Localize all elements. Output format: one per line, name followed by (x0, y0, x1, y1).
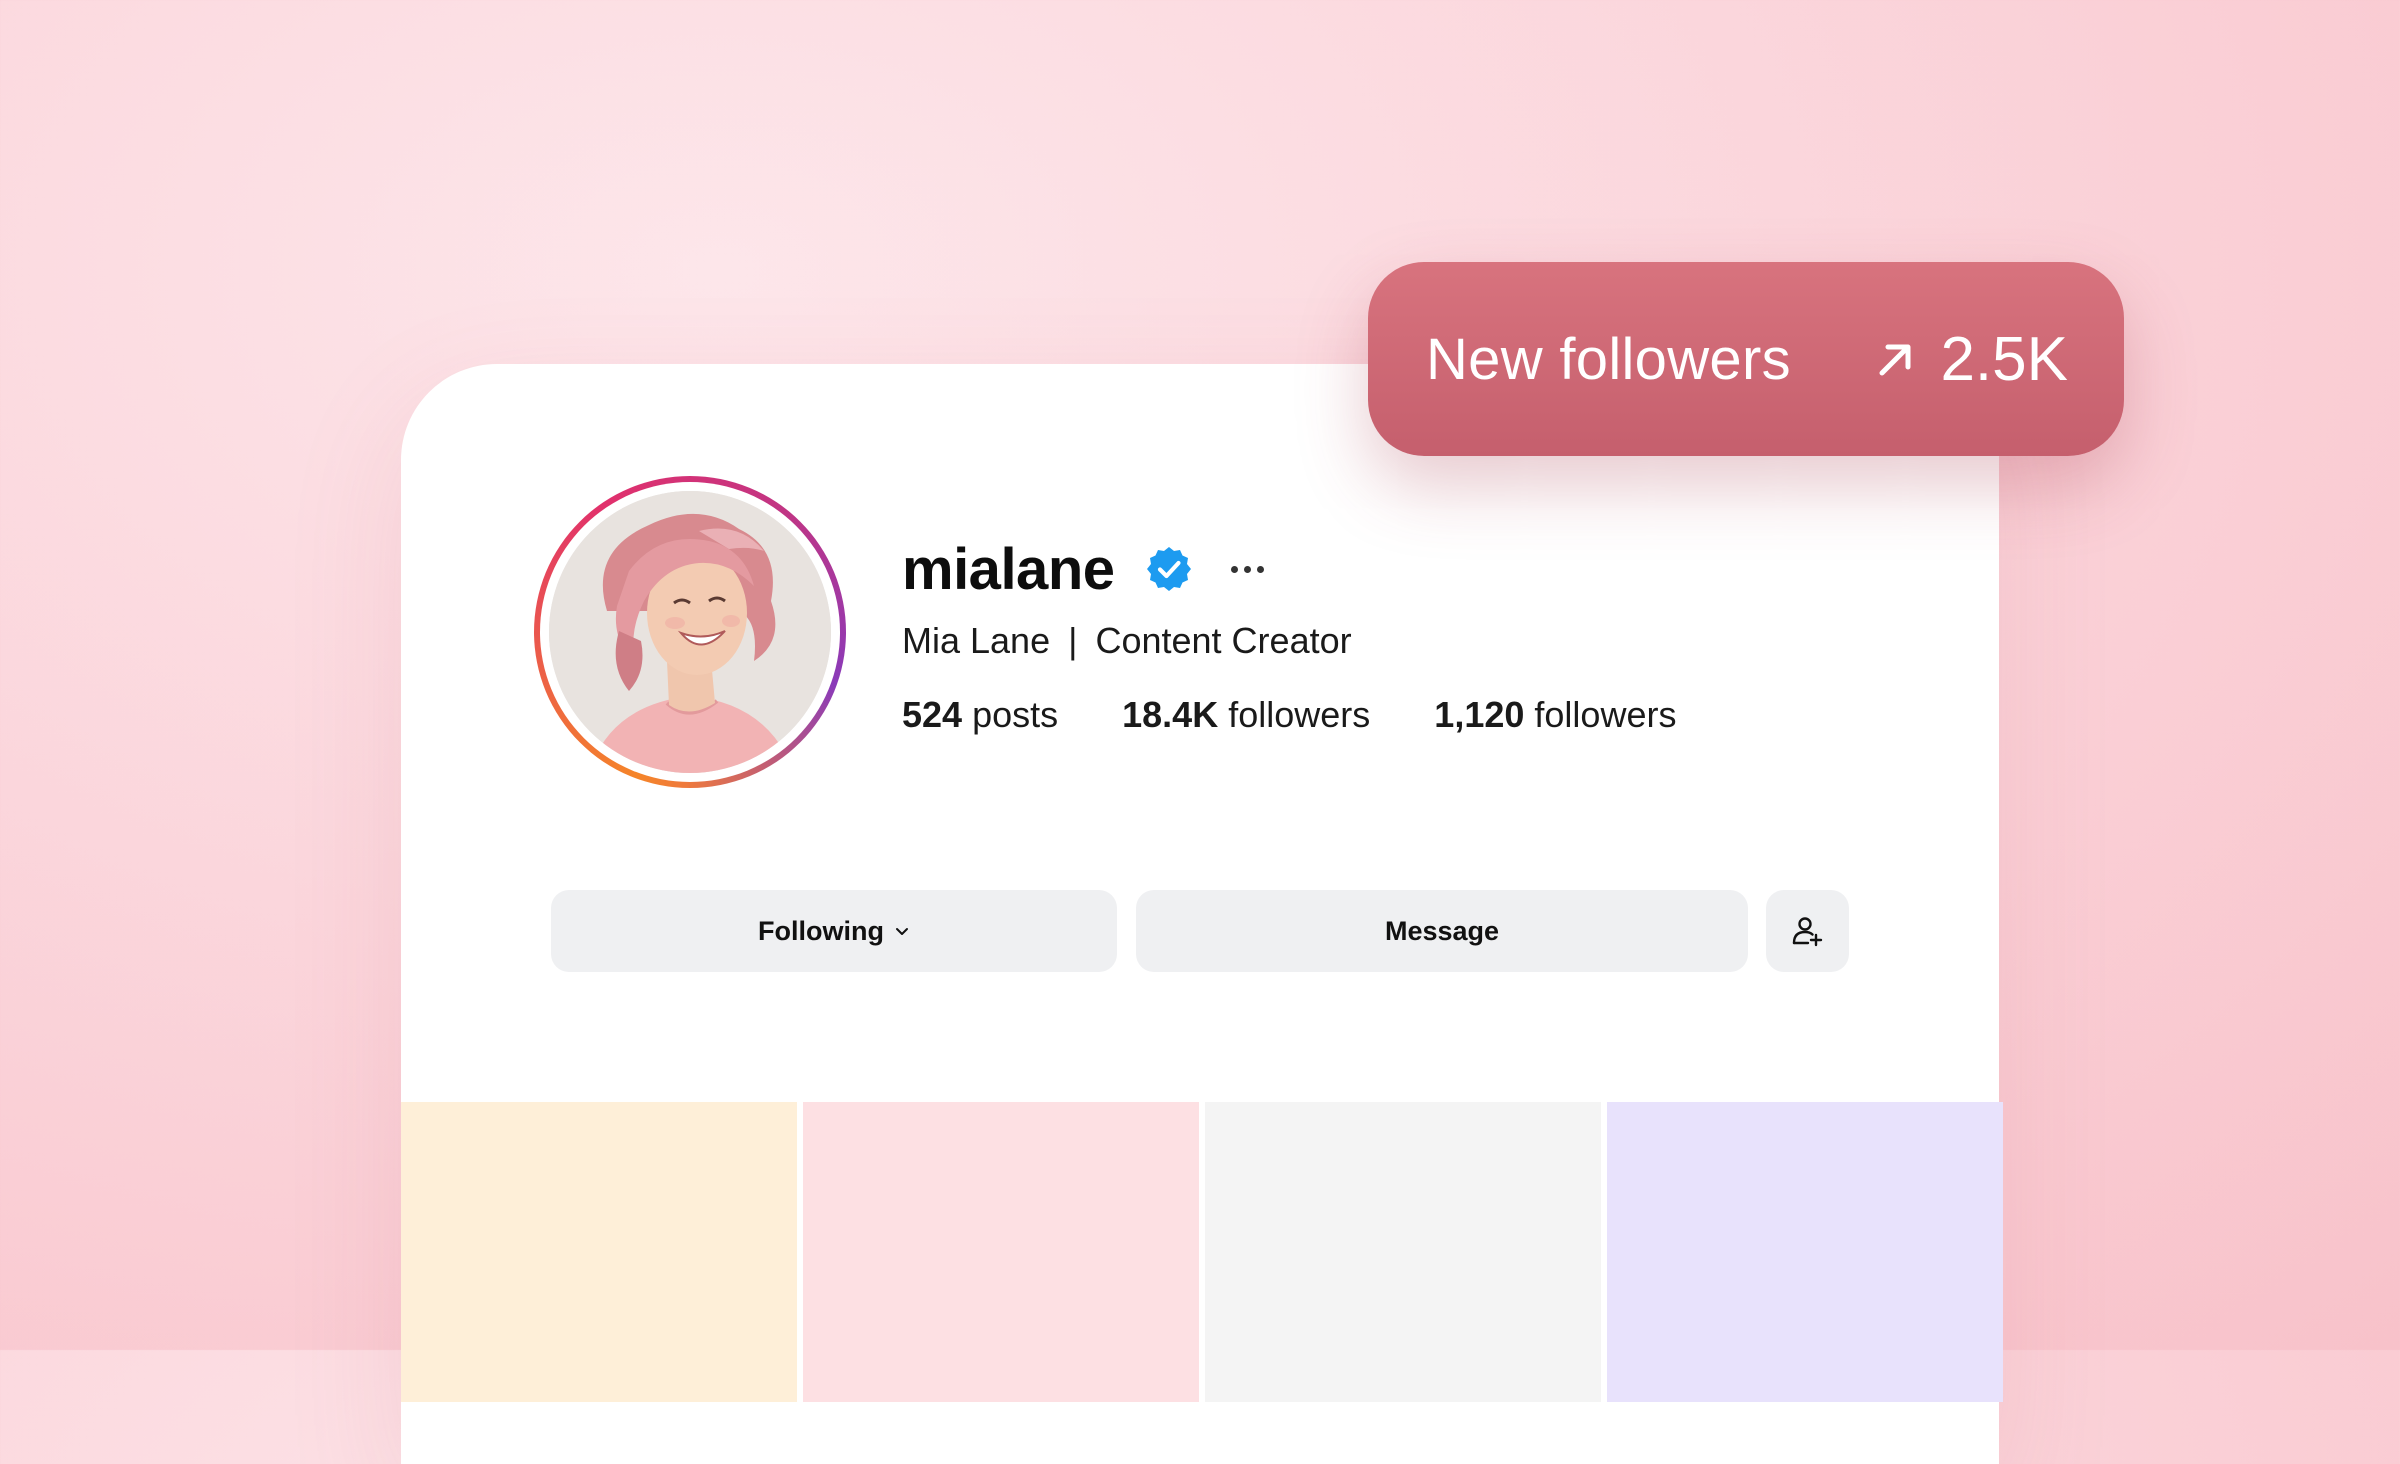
badge-label: New followers (1426, 326, 1791, 392)
bio-separator: | (1068, 620, 1078, 661)
badge-metric: 2.5K (1874, 324, 2068, 395)
following-button-label: Following (758, 915, 884, 946)
stat-posts[interactable]: 524 posts (902, 694, 1058, 736)
stat-followers[interactable]: 18.4K followers (1122, 694, 1370, 736)
stat-following[interactable]: 1,120 followers (1434, 694, 1676, 736)
bio-role: Content Creator (1095, 620, 1352, 661)
stat-followers-value: 18.4K (1122, 694, 1219, 735)
stat-posts-label: posts (972, 694, 1059, 735)
profile-card: mialane Mia Lane | Content Creator 524 p… (401, 364, 2003, 1464)
chevron-down-icon (895, 928, 908, 935)
avatar-story-ring[interactable] (534, 476, 846, 788)
display-name: Mia Lane (902, 620, 1051, 661)
arrow-up-right-icon (1879, 344, 1911, 376)
post-tile[interactable] (1607, 1102, 2003, 1402)
add-user-icon (1792, 917, 1822, 947)
message-button[interactable]: Message (1136, 890, 1748, 972)
stat-followers-label: followers (1228, 694, 1371, 735)
avatar-photo (549, 491, 831, 773)
verified-badge-icon (1146, 547, 1191, 591)
posts-grid (401, 1102, 2003, 1402)
post-tile[interactable] (401, 1102, 797, 1402)
avatar (549, 491, 831, 773)
stat-following-value: 1,120 (1434, 694, 1525, 735)
bio-line: Mia Lane | Content Creator (902, 620, 1352, 662)
stat-following-label: followers (1534, 694, 1677, 735)
profile-stats: 524 posts 18.4K followers 1,120 follower… (902, 694, 1740, 736)
badge-value: 2.5K (1940, 324, 2068, 394)
more-options-icon[interactable] (1230, 545, 1264, 593)
add-user-button[interactable] (1766, 890, 1849, 972)
message-button-label: Message (1384, 915, 1500, 946)
username: mialane (902, 536, 1115, 602)
post-tile[interactable] (803, 1102, 1199, 1402)
following-button[interactable]: Following (551, 890, 1117, 972)
stat-posts-value: 524 (902, 694, 963, 735)
post-tile[interactable] (1205, 1102, 1601, 1402)
username-row: mialane (902, 532, 1264, 606)
new-followers-badge: New followers 2.5K (1368, 262, 2124, 456)
